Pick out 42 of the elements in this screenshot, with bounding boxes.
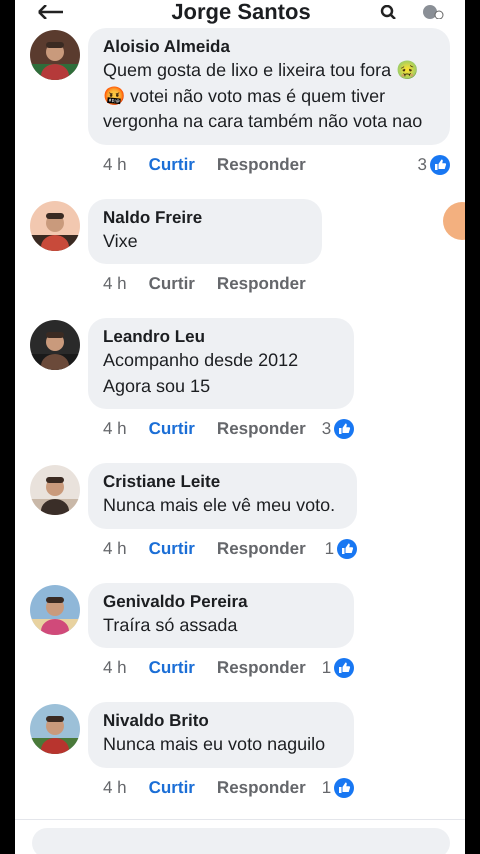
reply-link[interactable]: Responder bbox=[216, 778, 306, 798]
comment-time: 4 h bbox=[103, 154, 127, 174]
comment-time: 4 h bbox=[103, 778, 127, 798]
thumbs-up-icon bbox=[334, 658, 354, 678]
comment-time: 4 h bbox=[103, 538, 127, 558]
author-name[interactable]: Genivaldo Pereira bbox=[103, 590, 332, 612]
like-link[interactable]: Curtir bbox=[148, 274, 195, 294]
author-name[interactable]: Naldo Freire bbox=[103, 206, 300, 228]
reply-link[interactable]: Responder bbox=[216, 658, 306, 678]
reply-link[interactable]: Responder bbox=[216, 274, 306, 294]
comment-text: Quem gosta de lixo e lixeira tou fora 🤢🤬 votei não voto mas é quem tiver vergonha na cara também não vota nao bbox=[103, 59, 424, 133]
like-link[interactable]: Curtir bbox=[148, 778, 195, 798]
like-link[interactable]: Curtir bbox=[148, 419, 195, 439]
comment-time: 4 h bbox=[103, 658, 127, 678]
author-name[interactable]: Nivaldo Brito bbox=[103, 710, 332, 732]
reaction-count: 3 bbox=[322, 419, 332, 439]
comment-text: Vixe bbox=[103, 230, 139, 252]
reaction-count: 1 bbox=[322, 778, 332, 798]
reaction-count: 1 bbox=[324, 538, 334, 558]
comment-time: 4 h bbox=[103, 419, 127, 439]
author-name[interactable]: Aloisio Almeida bbox=[103, 36, 428, 58]
reply-link[interactable]: Responder bbox=[216, 538, 306, 558]
reaction-count: 1 bbox=[322, 658, 332, 678]
reply-link[interactable]: Responder bbox=[216, 419, 306, 439]
comment-text: Traíra só assada bbox=[103, 614, 238, 636]
thumbs-up-icon bbox=[334, 778, 354, 798]
page-title: Jorge Santos bbox=[170, 1, 312, 23]
thumbs-up-icon bbox=[334, 419, 354, 439]
thumbs-up-icon bbox=[430, 154, 450, 174]
comment-text: Nunca mais ele vê meu voto. bbox=[103, 494, 336, 517]
like-link[interactable]: Curtir bbox=[148, 154, 195, 174]
reaction-count: 3 bbox=[418, 154, 427, 174]
like-link[interactable]: Curtir bbox=[148, 538, 195, 558]
thumbs-up-icon bbox=[337, 538, 358, 558]
author-name[interactable]: Cristiane Leite bbox=[103, 471, 336, 493]
reply-link[interactable]: Responder bbox=[216, 154, 306, 174]
author-name[interactable]: Leandro Leu bbox=[103, 326, 332, 348]
like-link[interactable]: Curtir bbox=[148, 658, 195, 678]
comment-text: Acompanho desde 2012 Agora sou 15 bbox=[103, 349, 300, 398]
back-icon[interactable] bbox=[35, 5, 65, 19]
comment-text: Nunca mais eu voto naguilo bbox=[103, 733, 326, 756]
comment-time: 4 h bbox=[103, 274, 127, 294]
